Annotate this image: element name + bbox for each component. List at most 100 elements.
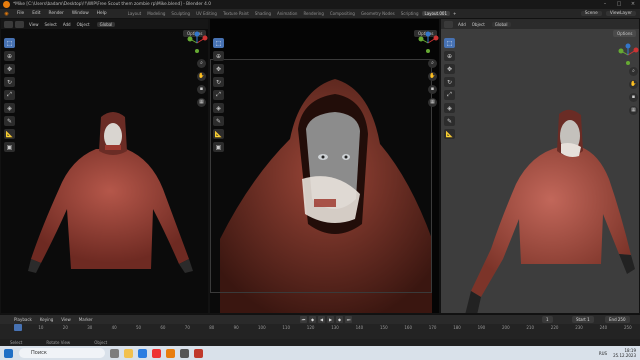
scene-selector[interactable]: Scene (580, 11, 602, 16)
transform-icon[interactable]: ◈ (444, 103, 455, 113)
transform-icon[interactable]: ◈ (213, 103, 224, 113)
menu-object[interactable]: Object (74, 22, 93, 27)
tab-rendering[interactable]: Rendering (300, 11, 326, 16)
scale-icon[interactable]: ⤢ (444, 90, 455, 100)
menu-help[interactable]: Help (93, 11, 111, 16)
zoom-icon[interactable]: ⌕ (428, 59, 437, 68)
windows-start-icon[interactable] (4, 348, 13, 358)
navigation-gizmo-icon[interactable] (616, 43, 640, 67)
measure-icon[interactable]: 📐 (444, 129, 455, 139)
grid-icon[interactable]: ▦ (428, 98, 437, 107)
app-icon[interactable] (180, 348, 189, 358)
current-frame-field[interactable]: 1 (542, 316, 553, 323)
maximize-icon[interactable]: □ (612, 0, 626, 9)
object-mode-icon[interactable] (15, 20, 24, 28)
tab-geometry-nodes[interactable]: Geometry Nodes (358, 11, 398, 16)
editor-type-icon[interactable] (444, 20, 453, 28)
menu-add[interactable]: Add (455, 22, 469, 27)
task-view-icon[interactable] (110, 348, 119, 358)
zoom-icon[interactable]: ⌕ (197, 59, 206, 68)
menu-edit[interactable]: Edit (28, 11, 44, 16)
measure-icon[interactable]: 📐 (213, 129, 224, 139)
jump-start-icon[interactable]: ⏮ (300, 316, 307, 323)
transform-icon[interactable]: ◈ (4, 103, 15, 113)
prev-key-icon[interactable]: ◆ (309, 316, 316, 323)
select-box-icon[interactable]: ⬚ (444, 38, 455, 48)
select-box-icon[interactable]: ⬚ (4, 38, 15, 48)
add-workspace-icon[interactable]: + (450, 11, 459, 16)
tab-scripting[interactable]: Scripting (398, 11, 422, 16)
edge-icon[interactable] (138, 348, 147, 358)
tab-animation[interactable]: Animation (274, 11, 300, 16)
end-frame-field[interactable]: End 250 (605, 316, 630, 323)
annotate-icon[interactable]: ✎ (213, 116, 224, 126)
play-icon[interactable]: ▶ (327, 316, 334, 323)
tab-compositing[interactable]: Compositing (327, 11, 358, 16)
menu-marker[interactable]: Marker (75, 317, 97, 322)
playhead[interactable] (14, 324, 22, 331)
scale-icon[interactable]: ⤢ (4, 90, 15, 100)
grid-icon[interactable]: ▦ (197, 98, 206, 107)
orientation-select[interactable]: Global (491, 21, 511, 27)
camera-icon[interactable]: ▪ (197, 85, 206, 94)
annotate-icon[interactable]: ✎ (4, 116, 15, 126)
tab-layout[interactable]: Layout (125, 11, 145, 16)
menu-render[interactable]: Render (45, 11, 68, 16)
measure-icon[interactable]: 📐 (4, 129, 15, 139)
move-icon[interactable]: ✥ (4, 64, 15, 74)
tab-sculpting[interactable]: Sculpting (168, 11, 193, 16)
viewport-center[interactable]: ⬚ ⊕ ✥ ↻ ⤢ ◈ ✎ 📐 ▣ Options ⌕ ✋ ▪ ▦ (209, 18, 440, 314)
navigation-gizmo-icon[interactable] (416, 31, 440, 55)
add-cube-icon[interactable]: ▣ (4, 142, 15, 152)
blender-taskbar-icon[interactable] (166, 348, 175, 358)
start-frame-field[interactable]: Start 1 (572, 316, 594, 323)
play-reverse-icon[interactable]: ◀ (318, 316, 325, 323)
scale-icon[interactable]: ⤢ (213, 90, 224, 100)
add-cube-icon[interactable]: ▣ (213, 142, 224, 152)
menu-file[interactable]: File (13, 11, 28, 16)
cursor-icon[interactable]: ⊕ (444, 51, 455, 61)
menu-window[interactable]: Window (68, 11, 93, 16)
rotate-icon[interactable]: ↻ (4, 77, 15, 87)
next-key-icon[interactable]: ◆ (336, 316, 343, 323)
pan-hand-icon[interactable]: ✋ (428, 72, 437, 81)
menu-add[interactable]: Add (60, 22, 74, 27)
move-icon[interactable]: ✥ (444, 64, 455, 74)
minimize-icon[interactable]: – (598, 0, 612, 9)
select-box-icon[interactable]: ⬚ (213, 38, 224, 48)
language-indicator[interactable]: RUS (599, 351, 607, 356)
camera-icon[interactable]: ▪ (428, 85, 437, 94)
blender-menu-icon[interactable]: ◉ (2, 10, 11, 17)
cursor-icon[interactable]: ⊕ (213, 51, 224, 61)
cursor-icon[interactable]: ⊕ (4, 51, 15, 61)
clock[interactable]: 18:19 25.12.2023 (613, 348, 636, 358)
pan-hand-icon[interactable]: ✋ (197, 72, 206, 81)
menu-view[interactable]: View (26, 22, 42, 27)
menu-view[interactable]: View (57, 317, 75, 322)
tab-shading[interactable]: Shading (252, 11, 274, 16)
view-layer-selector[interactable]: ViewLayer (605, 11, 636, 16)
pan-hand-icon[interactable]: ✋ (629, 80, 638, 89)
orientation-select[interactable]: Global (96, 21, 116, 27)
rotate-icon[interactable]: ↻ (213, 77, 224, 87)
tab-modeling[interactable]: Modeling (144, 11, 168, 16)
tab-layout-001[interactable]: Layout.001 (421, 11, 451, 16)
viewport-right[interactable]: Add Object Global Options ⬚ ⊕ ✥ ↻ ⤢ ◈ ✎ … (440, 18, 640, 314)
zoom-icon[interactable]: ⌕ (629, 67, 638, 76)
menu-playback[interactable]: Playback (10, 317, 36, 322)
menu-object[interactable]: Object (469, 22, 488, 27)
taskbar-search[interactable]: Поиск (19, 348, 105, 358)
tab-texture-paint[interactable]: Texture Paint (220, 11, 252, 16)
jump-end-icon[interactable]: ⏭ (345, 316, 352, 323)
annotate-icon[interactable]: ✎ (444, 116, 455, 126)
timeline[interactable]: Playback Keying View Marker ⏮ ◆ ◀ ▶ ◆ ⏭ … (0, 314, 640, 339)
file-explorer-icon[interactable] (124, 348, 133, 358)
viewport-left[interactable]: View Select Add Object Global Options ⬚ … (0, 18, 209, 314)
grid-icon[interactable]: ▦ (629, 106, 638, 115)
menu-select[interactable]: Select (42, 22, 60, 27)
tab-uv-editing[interactable]: UV Editing (193, 11, 220, 16)
navigation-gizmo-icon[interactable] (185, 31, 209, 55)
yandex-icon[interactable] (152, 348, 161, 358)
camera-icon[interactable]: ▪ (629, 93, 638, 102)
close-icon[interactable]: × (626, 0, 640, 9)
